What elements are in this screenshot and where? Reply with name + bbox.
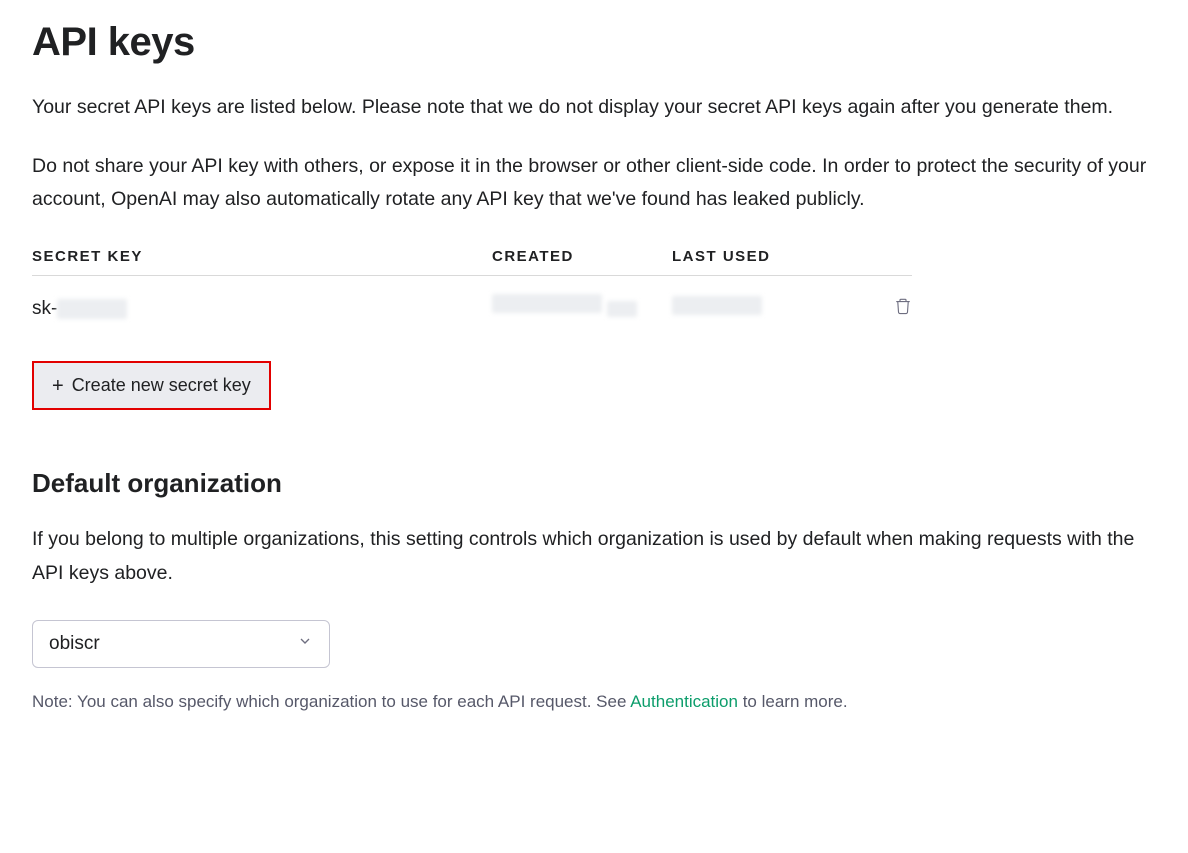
cell-last-used xyxy=(672,296,872,321)
column-header-last-used: LAST USED xyxy=(672,248,872,265)
page-title: API keys xyxy=(32,20,1156,65)
note-suffix: to learn more. xyxy=(738,692,848,711)
cell-created xyxy=(492,294,672,323)
authentication-link[interactable]: Authentication xyxy=(630,692,738,711)
created-redacted xyxy=(492,294,602,313)
organization-select[interactable]: obiscr xyxy=(32,620,330,668)
organization-note: Note: You can also specify which organiz… xyxy=(32,692,1156,712)
create-new-secret-key-button[interactable]: + Create new secret key xyxy=(32,361,271,410)
secret-key-redacted xyxy=(57,299,127,319)
cell-actions xyxy=(872,297,912,321)
cell-secret-key: sk- xyxy=(32,298,492,320)
chevron-down-icon xyxy=(297,633,313,655)
created-redacted-2 xyxy=(607,301,637,317)
plus-icon: + xyxy=(52,376,64,396)
description-paragraph-2: Do not share your API key with others, o… xyxy=(32,150,1152,216)
organization-description: If you belong to multiple organizations,… xyxy=(32,523,1152,589)
table-row: sk- xyxy=(32,276,912,357)
column-header-secret-key: SECRET KEY xyxy=(32,248,492,265)
table-header-row: SECRET KEY CREATED LAST USED xyxy=(32,248,912,276)
api-keys-table: SECRET KEY CREATED LAST USED sk- xyxy=(32,248,912,357)
note-prefix: Note: You can also specify which organiz… xyxy=(32,692,630,711)
secret-key-prefix: sk- xyxy=(32,298,57,319)
column-header-actions xyxy=(872,248,912,265)
create-key-label: Create new secret key xyxy=(72,375,251,396)
column-header-created: CREATED xyxy=(492,248,672,265)
default-organization-heading: Default organization xyxy=(32,468,1156,499)
trash-icon[interactable] xyxy=(894,297,912,315)
description-paragraph-1: Your secret API keys are listed below. P… xyxy=(32,91,1152,124)
organization-selected-value: obiscr xyxy=(49,633,100,655)
last-used-redacted xyxy=(672,296,762,315)
